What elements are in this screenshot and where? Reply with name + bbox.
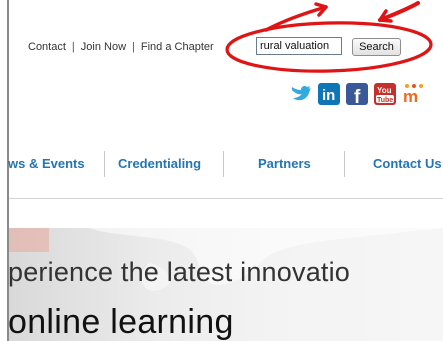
- find-a-chapter-link[interactable]: Find a Chapter: [141, 41, 214, 53]
- linkedin-icon[interactable]: in: [318, 83, 340, 105]
- utility-separator: |: [71, 41, 75, 53]
- utility-separator: |: [132, 41, 135, 53]
- hero-headline: perience the latest innovatio: [8, 257, 351, 287]
- youtube-icon-text-bottom: Tube: [377, 97, 393, 104]
- nav-divider: [223, 151, 224, 177]
- nav-contact-us[interactable]: Contact Us: [373, 156, 442, 171]
- network-icon[interactable]: m: [403, 83, 425, 105]
- web-page: Contact | Join Now | Find a Chapter Sear…: [0, 0, 443, 341]
- linkedin-icon-text: in: [322, 87, 335, 104]
- search-input[interactable]: [256, 37, 342, 55]
- utility-nav: Contact | Join Now | Find a Chapter: [28, 38, 214, 56]
- nav-underline-divider: [9, 198, 443, 199]
- join-now-link[interactable]: Join Now: [81, 41, 126, 53]
- youtube-icon[interactable]: You Tube: [374, 83, 396, 105]
- facebook-icon-text: f: [354, 87, 361, 105]
- nav-news-events[interactable]: ws & Events: [8, 156, 85, 171]
- annotation-arrow-left: [264, 5, 328, 32]
- search-button[interactable]: Search: [352, 38, 401, 56]
- facebook-icon[interactable]: f: [346, 83, 368, 105]
- youtube-icon-text-top: You: [377, 86, 392, 95]
- nav-divider: [344, 151, 345, 177]
- annotation-arrow-left-head: [314, 2, 328, 17]
- annotation-arrow-right-head: [378, 9, 393, 23]
- contact-link[interactable]: Contact: [28, 41, 66, 53]
- nav-credentialing[interactable]: Credentialing: [118, 156, 201, 171]
- twitter-icon[interactable]: [290, 83, 312, 105]
- nav-divider: [104, 151, 105, 177]
- network-icon-text: m: [403, 87, 418, 105]
- hero-subheadline: online learning: [8, 303, 234, 341]
- hero-accent-block: [9, 228, 49, 252]
- main-nav: ws & Events Credentialing Partners Conta…: [0, 148, 443, 180]
- annotation-arrow-right: [378, 1, 420, 22]
- nav-partners[interactable]: Partners: [258, 156, 311, 171]
